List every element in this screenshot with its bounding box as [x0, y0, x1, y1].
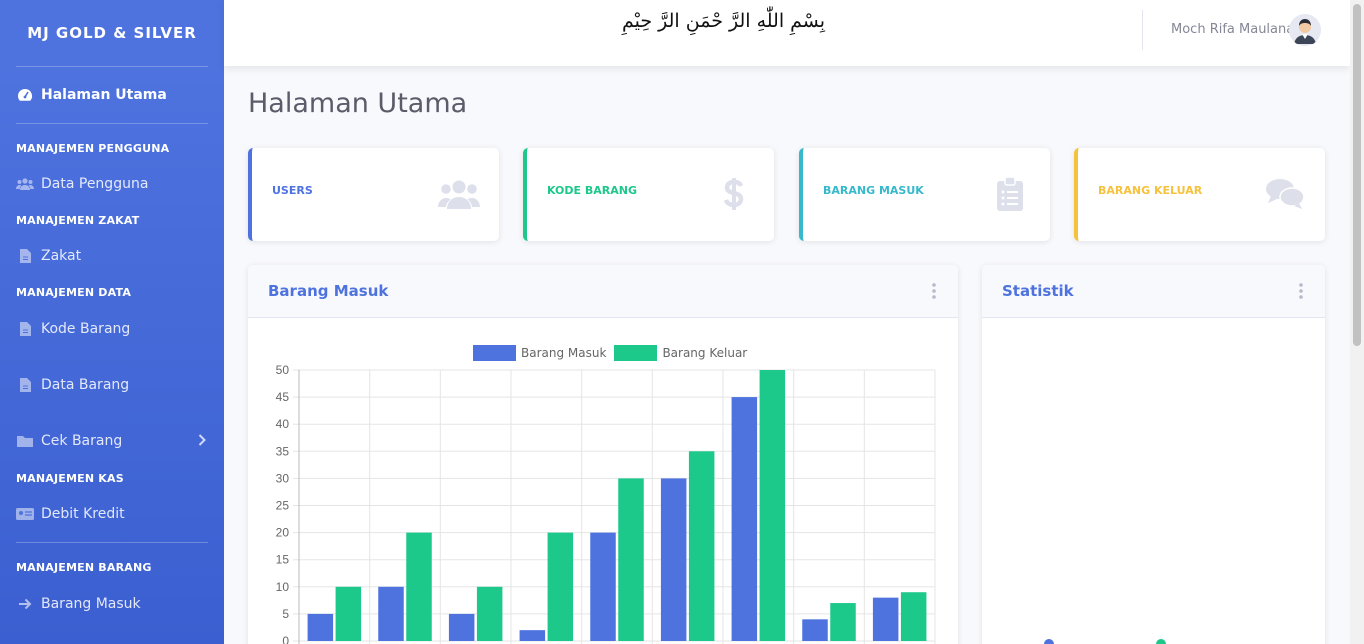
- bismillah-text: بِسْمِ اللّٰهِ الرَّ حْمَنِ الرَّ حِيْمِ: [622, 10, 826, 32]
- topbar-divider: [1142, 10, 1143, 50]
- sidebar-heading: MANAJEMEN DATA: [16, 285, 132, 299]
- sidebar-item-label: Cek Barang: [41, 433, 123, 449]
- sidebar-item-dashboard[interactable]: Halaman Utama: [0, 67, 224, 123]
- sidebar-heading: MANAJEMEN BARANG: [16, 560, 152, 574]
- card-label: BARANG MASUK: [823, 184, 924, 197]
- page-scrollbar[interactable]: [1350, 0, 1364, 644]
- sidebar-item-data-pengguna[interactable]: Data Pengguna: [0, 160, 224, 208]
- id-card-icon: [16, 506, 34, 522]
- topbar: بِسْمِ اللّٰهِ الرَّ حْمَنِ الرَّ حِيْمِ…: [224, 0, 1350, 66]
- y-tick-label: 0: [282, 634, 289, 644]
- bar-barang-masuk: [660, 478, 687, 641]
- panel-header: Statistik: [982, 265, 1325, 318]
- bar-barang-keluar: [335, 586, 362, 641]
- bar-barang-keluar: [759, 370, 786, 641]
- file-icon: [16, 321, 34, 337]
- bar-barang-masuk: [872, 597, 899, 641]
- statistik-panel: Statistik: [982, 265, 1325, 644]
- tachometer-icon: [16, 87, 34, 103]
- y-tick-label: 45: [276, 390, 290, 404]
- sidebar-item-label: Data Barang: [41, 377, 130, 393]
- arrow-right-icon: [16, 596, 34, 612]
- brand-logo[interactable]: MJ GOLD & SILVER: [0, 0, 224, 66]
- legend-swatch: [1044, 639, 1054, 644]
- clipboard-icon: [988, 174, 1032, 214]
- sidebar-item-kode-barang[interactable]: Kode Barang: [0, 304, 224, 354]
- bar-barang-masuk: [590, 532, 616, 641]
- scrollbar-thumb[interactable]: [1353, 4, 1361, 346]
- sidebar-heading: MANAJEMEN ZAKAT: [16, 213, 140, 227]
- bar-barang-keluar: [900, 592, 927, 641]
- users-icon: [437, 174, 481, 214]
- y-tick-label: 25: [276, 499, 290, 513]
- sidebar-item-data-barang[interactable]: Data Barang: [0, 354, 224, 416]
- file-icon: [16, 248, 34, 264]
- y-tick-label: 35: [276, 444, 290, 458]
- sidebar-item-label: Zakat: [41, 248, 82, 264]
- bar-barang-keluar: [547, 532, 574, 641]
- bar-chart: 0 5 10 15 20 25 30 35 40 45 50: [276, 363, 936, 644]
- more-options-icon[interactable]: [932, 283, 936, 299]
- sidebar-item-zakat[interactable]: Zakat: [0, 232, 224, 280]
- sidebar-item-debit-kredit[interactable]: Debit Kredit: [0, 490, 224, 538]
- card-barang-masuk[interactable]: BARANG MASUK: [799, 148, 1050, 241]
- folder-icon: [16, 433, 34, 449]
- bar-barang-masuk: [731, 397, 758, 641]
- legend-swatch: [1156, 639, 1166, 644]
- pie-legend-partial: [1044, 639, 1244, 644]
- avatar[interactable]: [1289, 14, 1321, 46]
- sidebar-item-cek-barang[interactable]: Cek Barang: [0, 416, 224, 466]
- sidebar-item-barang-masuk[interactable]: Barang Masuk: [0, 579, 224, 629]
- sidebar-item-label: Barang Masuk: [41, 596, 141, 612]
- y-tick-label: 50: [276, 363, 290, 377]
- panel-title: Statistik: [1002, 282, 1074, 300]
- card-kode-barang[interactable]: KODE BARANG: [523, 148, 774, 241]
- sidebar-item-label: Data Pengguna: [41, 176, 149, 192]
- panel-title: Barang Masuk: [268, 282, 389, 300]
- bar-barang-masuk: [307, 613, 334, 641]
- y-tick-label: 15: [276, 553, 290, 567]
- users-icon: [16, 176, 34, 192]
- bar-barang-masuk: [448, 613, 475, 641]
- sidebar-item-label: Kode Barang: [41, 321, 131, 337]
- card-label: BARANG KELUAR: [1098, 184, 1203, 197]
- y-tick-label: 20: [276, 526, 290, 540]
- card-users[interactable]: USERS: [248, 148, 499, 241]
- bar-barang-keluar: [406, 532, 432, 641]
- bar-barang-keluar: [688, 451, 715, 641]
- panel-header: Barang Masuk: [248, 265, 958, 318]
- comments-icon: [1263, 174, 1307, 214]
- more-options-icon[interactable]: [1299, 283, 1303, 299]
- sidebar-heading: MANAJEMEN PENGGUNA: [16, 141, 170, 155]
- user-name[interactable]: Moch Rifa Maulana: [1171, 22, 1294, 37]
- bar-barang-masuk: [378, 586, 404, 641]
- sidebar-item-label: Debit Kredit: [41, 506, 125, 522]
- card-label: USERS: [272, 184, 313, 197]
- chevron-right-icon: [198, 434, 206, 450]
- y-tick-label: 40: [276, 417, 290, 431]
- page-title: Halaman Utama: [248, 88, 468, 119]
- bar-barang-keluar: [830, 603, 856, 641]
- sidebar-heading: MANAJEMEN KAS: [16, 471, 124, 485]
- y-tick-label: 10: [276, 580, 290, 594]
- bar-barang-keluar: [618, 478, 644, 641]
- card-label: KODE BARANG: [547, 184, 637, 197]
- bar-barang-masuk: [802, 619, 828, 641]
- card-barang-keluar[interactable]: BARANG KELUAR: [1074, 148, 1325, 241]
- file-icon: [16, 377, 34, 393]
- sidebar-item-label: Halaman Utama: [41, 87, 167, 103]
- sidebar: MJ GOLD & SILVER Halaman Utama MANAJEMEN…: [0, 0, 224, 644]
- y-tick-label: 5: [282, 607, 289, 621]
- bar-barang-keluar: [476, 586, 503, 641]
- y-tick-label: 30: [276, 471, 290, 485]
- dollar-icon: [712, 174, 756, 214]
- bar-barang-masuk: [519, 630, 546, 641]
